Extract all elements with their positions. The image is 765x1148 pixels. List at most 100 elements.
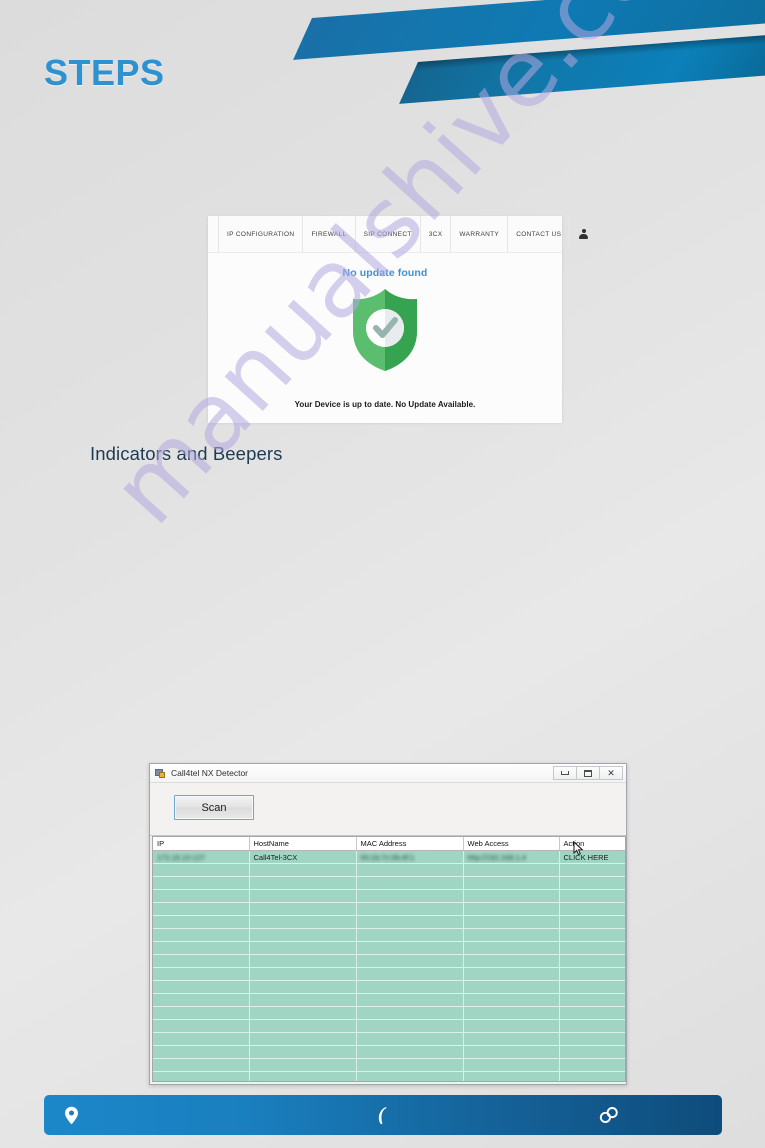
- cell-empty: [153, 1071, 250, 1081]
- close-button[interactable]: ✕: [599, 766, 623, 780]
- cell-empty: [153, 980, 250, 994]
- location-pin-icon: [65, 1106, 78, 1124]
- cell-empty: [249, 889, 357, 903]
- table-row[interactable]: [153, 954, 625, 968]
- cell-empty: [463, 1045, 560, 1059]
- cell-empty: [559, 915, 625, 929]
- cell-empty: [463, 941, 560, 955]
- phone-icon: [378, 1106, 387, 1124]
- table-row[interactable]: [153, 1071, 625, 1081]
- cell-empty: [356, 941, 464, 955]
- cell-empty: [559, 1058, 625, 1072]
- cell-empty: [463, 993, 560, 1007]
- table-row[interactable]: [153, 889, 625, 903]
- table-row[interactable]: [153, 928, 625, 942]
- cell-empty: [356, 1058, 464, 1072]
- cell-empty: [463, 967, 560, 981]
- cell-empty: [249, 1071, 357, 1081]
- table-row[interactable]: [153, 1006, 625, 1020]
- cell-empty: [153, 1006, 250, 1020]
- table-header-row: IP HostName MAC Address Web Access Actio…: [153, 837, 625, 851]
- maximize-button[interactable]: [576, 766, 600, 780]
- table-row[interactable]: [153, 993, 625, 1007]
- cell-empty: [356, 928, 464, 942]
- table-row[interactable]: [153, 915, 625, 929]
- device-table: IP HostName MAC Address Web Access Actio…: [153, 837, 625, 1081]
- table-row[interactable]: [153, 941, 625, 955]
- application-icon: [155, 768, 166, 779]
- cell-empty: [249, 915, 357, 929]
- close-icon: ✕: [607, 767, 615, 778]
- cell-empty: [153, 993, 250, 1007]
- cell-action-link[interactable]: CLICK HERE: [559, 850, 625, 864]
- table-row[interactable]: [153, 1045, 625, 1059]
- footer-phone-button[interactable]: [270, 1106, 496, 1125]
- cell-empty: [356, 863, 464, 877]
- cell-empty: [356, 1006, 464, 1020]
- cell-empty: [356, 1071, 464, 1081]
- cell-mac-address: 00:1b:7c:0b:4f:1: [356, 850, 464, 864]
- table-row[interactable]: [153, 980, 625, 994]
- table-row[interactable]: 172.16.10.127 Call4Tel-3CX 00:1b:7c:0b:4…: [153, 850, 625, 864]
- minimize-button[interactable]: [553, 766, 577, 780]
- table-row[interactable]: [153, 967, 625, 981]
- table-row[interactable]: [153, 876, 625, 890]
- account-menu-button[interactable]: [570, 216, 597, 252]
- footer-address-button[interactable]: [44, 1106, 270, 1125]
- table-row[interactable]: [153, 863, 625, 877]
- cell-empty: [559, 954, 625, 968]
- cell-empty: [153, 889, 250, 903]
- table-row[interactable]: [153, 1032, 625, 1046]
- cell-empty: [153, 1019, 250, 1033]
- cell-empty: [463, 980, 560, 994]
- nav-item-sip-connect[interactable]: SIP CONNECT: [356, 216, 421, 252]
- cell-empty: [463, 1006, 560, 1020]
- cell-empty: [249, 902, 357, 916]
- scan-button[interactable]: Scan: [174, 795, 254, 820]
- cell-empty: [559, 980, 625, 994]
- cell-empty: [249, 1006, 357, 1020]
- cell-empty: [559, 1006, 625, 1020]
- footer-website-button[interactable]: [496, 1106, 722, 1124]
- cell-empty: [249, 863, 357, 877]
- table-row[interactable]: [153, 1019, 625, 1033]
- column-header-mac-address[interactable]: MAC Address: [356, 837, 464, 851]
- cell-empty: [356, 902, 464, 916]
- cell-empty: [463, 1058, 560, 1072]
- update-status-title: No update found: [342, 267, 428, 279]
- cell-empty: [249, 980, 357, 994]
- cell-empty: [153, 967, 250, 981]
- column-header-ip[interactable]: IP: [153, 837, 250, 851]
- table-row[interactable]: [153, 902, 625, 916]
- device-table-container[interactable]: IP HostName MAC Address Web Access Actio…: [152, 836, 626, 1082]
- column-header-web-access[interactable]: Web Access: [463, 837, 560, 851]
- nav-item-warranty[interactable]: WARRANTY: [451, 216, 509, 252]
- cell-empty: [559, 993, 625, 1007]
- detector-titlebar: Call4tel NX Detector ✕: [150, 764, 626, 783]
- device-table-empty-rows: [153, 863, 625, 1081]
- detector-window-title: Call4tel NX Detector: [171, 768, 249, 778]
- cell-empty: [463, 1071, 560, 1081]
- cell-empty: [356, 993, 464, 1007]
- cell-empty: [356, 1045, 464, 1059]
- cell-empty: [356, 1019, 464, 1033]
- nav-item-contact-us[interactable]: CONTACT US: [508, 216, 571, 252]
- column-header-hostname[interactable]: HostName: [249, 837, 357, 851]
- nav-item-firewall[interactable]: FIREWALL: [303, 216, 356, 252]
- cell-empty: [153, 941, 250, 955]
- cell-empty: [153, 902, 250, 916]
- cell-empty: [249, 1045, 357, 1059]
- nav-item-3cx[interactable]: 3CX: [421, 216, 452, 252]
- cell-empty: [463, 863, 560, 877]
- table-row[interactable]: [153, 1058, 625, 1072]
- person-icon: [579, 229, 589, 239]
- detector-toolbar: Scan: [150, 783, 626, 836]
- cell-empty: [153, 1045, 250, 1059]
- cell-empty: [559, 1019, 625, 1033]
- cell-empty: [153, 915, 250, 929]
- shield-check-icon: [208, 287, 562, 373]
- nav-item-ip-configuration[interactable]: IP CONFIGURATION: [218, 216, 304, 252]
- cell-empty: [249, 954, 357, 968]
- cell-empty: [153, 1032, 250, 1046]
- column-header-action[interactable]: Action: [559, 837, 625, 851]
